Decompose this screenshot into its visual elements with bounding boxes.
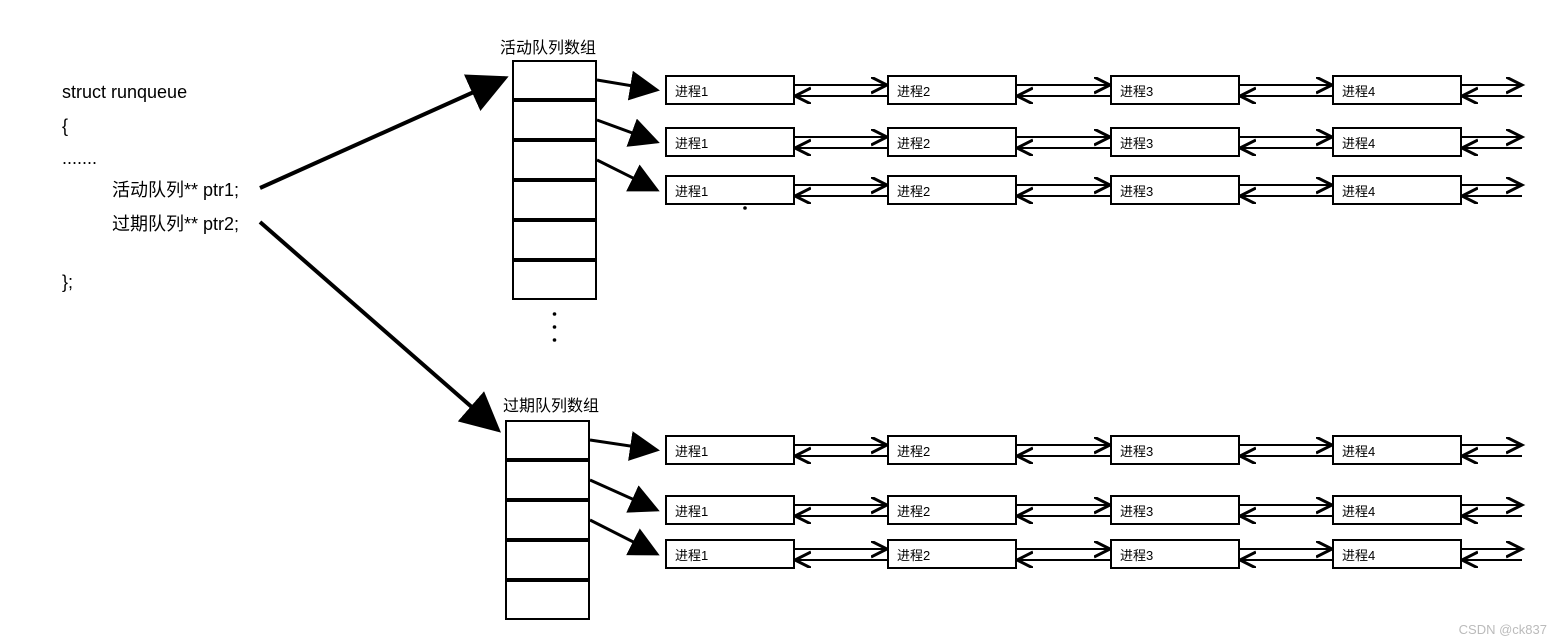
active-process-box: 进程4 bbox=[1332, 75, 1462, 105]
active-process-box: 进程2 bbox=[887, 127, 1017, 157]
expired-process-box: 进程1 bbox=[665, 539, 795, 569]
active-process-box: 进程2 bbox=[887, 75, 1017, 105]
expired-process-box: 进程3 bbox=[1110, 539, 1240, 569]
active-array-slot bbox=[512, 220, 597, 260]
active-array-slot bbox=[512, 100, 597, 140]
active-array-slot bbox=[512, 60, 597, 100]
active-process-box: 进程3 bbox=[1110, 75, 1240, 105]
expired-process-box: 进程4 bbox=[1332, 435, 1462, 465]
active-process-box: 进程4 bbox=[1332, 175, 1462, 205]
expired-process-box: 进程3 bbox=[1110, 495, 1240, 525]
expired-process-box: 进程2 bbox=[887, 435, 1017, 465]
active-array-slot bbox=[512, 260, 597, 300]
active-process-box: 进程4 bbox=[1332, 127, 1462, 157]
active-process-box: 进程3 bbox=[1110, 175, 1240, 205]
expired-process-box: 进程2 bbox=[887, 495, 1017, 525]
expired-process-box: 进程1 bbox=[665, 435, 795, 465]
active-process-box: 进程3 bbox=[1110, 127, 1240, 157]
expired-process-box: 进程3 bbox=[1110, 435, 1240, 465]
active-array-slot bbox=[512, 180, 597, 220]
expired-array-slot bbox=[505, 540, 590, 580]
expired-process-box: 进程4 bbox=[1332, 495, 1462, 525]
expired-process-box: 进程2 bbox=[887, 539, 1017, 569]
expired-array-slot bbox=[505, 460, 590, 500]
active-process-box: 进程1 bbox=[665, 127, 795, 157]
active-process-box: 进程1 bbox=[665, 75, 795, 105]
expired-process-box: 进程1 bbox=[665, 495, 795, 525]
active-process-box: 进程1 bbox=[665, 175, 795, 205]
expired-array-slot bbox=[505, 420, 590, 460]
expired-array-slot bbox=[505, 500, 590, 540]
expired-process-box: 进程4 bbox=[1332, 539, 1462, 569]
active-array-slot bbox=[512, 140, 597, 180]
expired-array-slot bbox=[505, 580, 590, 620]
active-process-box: 进程2 bbox=[887, 175, 1017, 205]
